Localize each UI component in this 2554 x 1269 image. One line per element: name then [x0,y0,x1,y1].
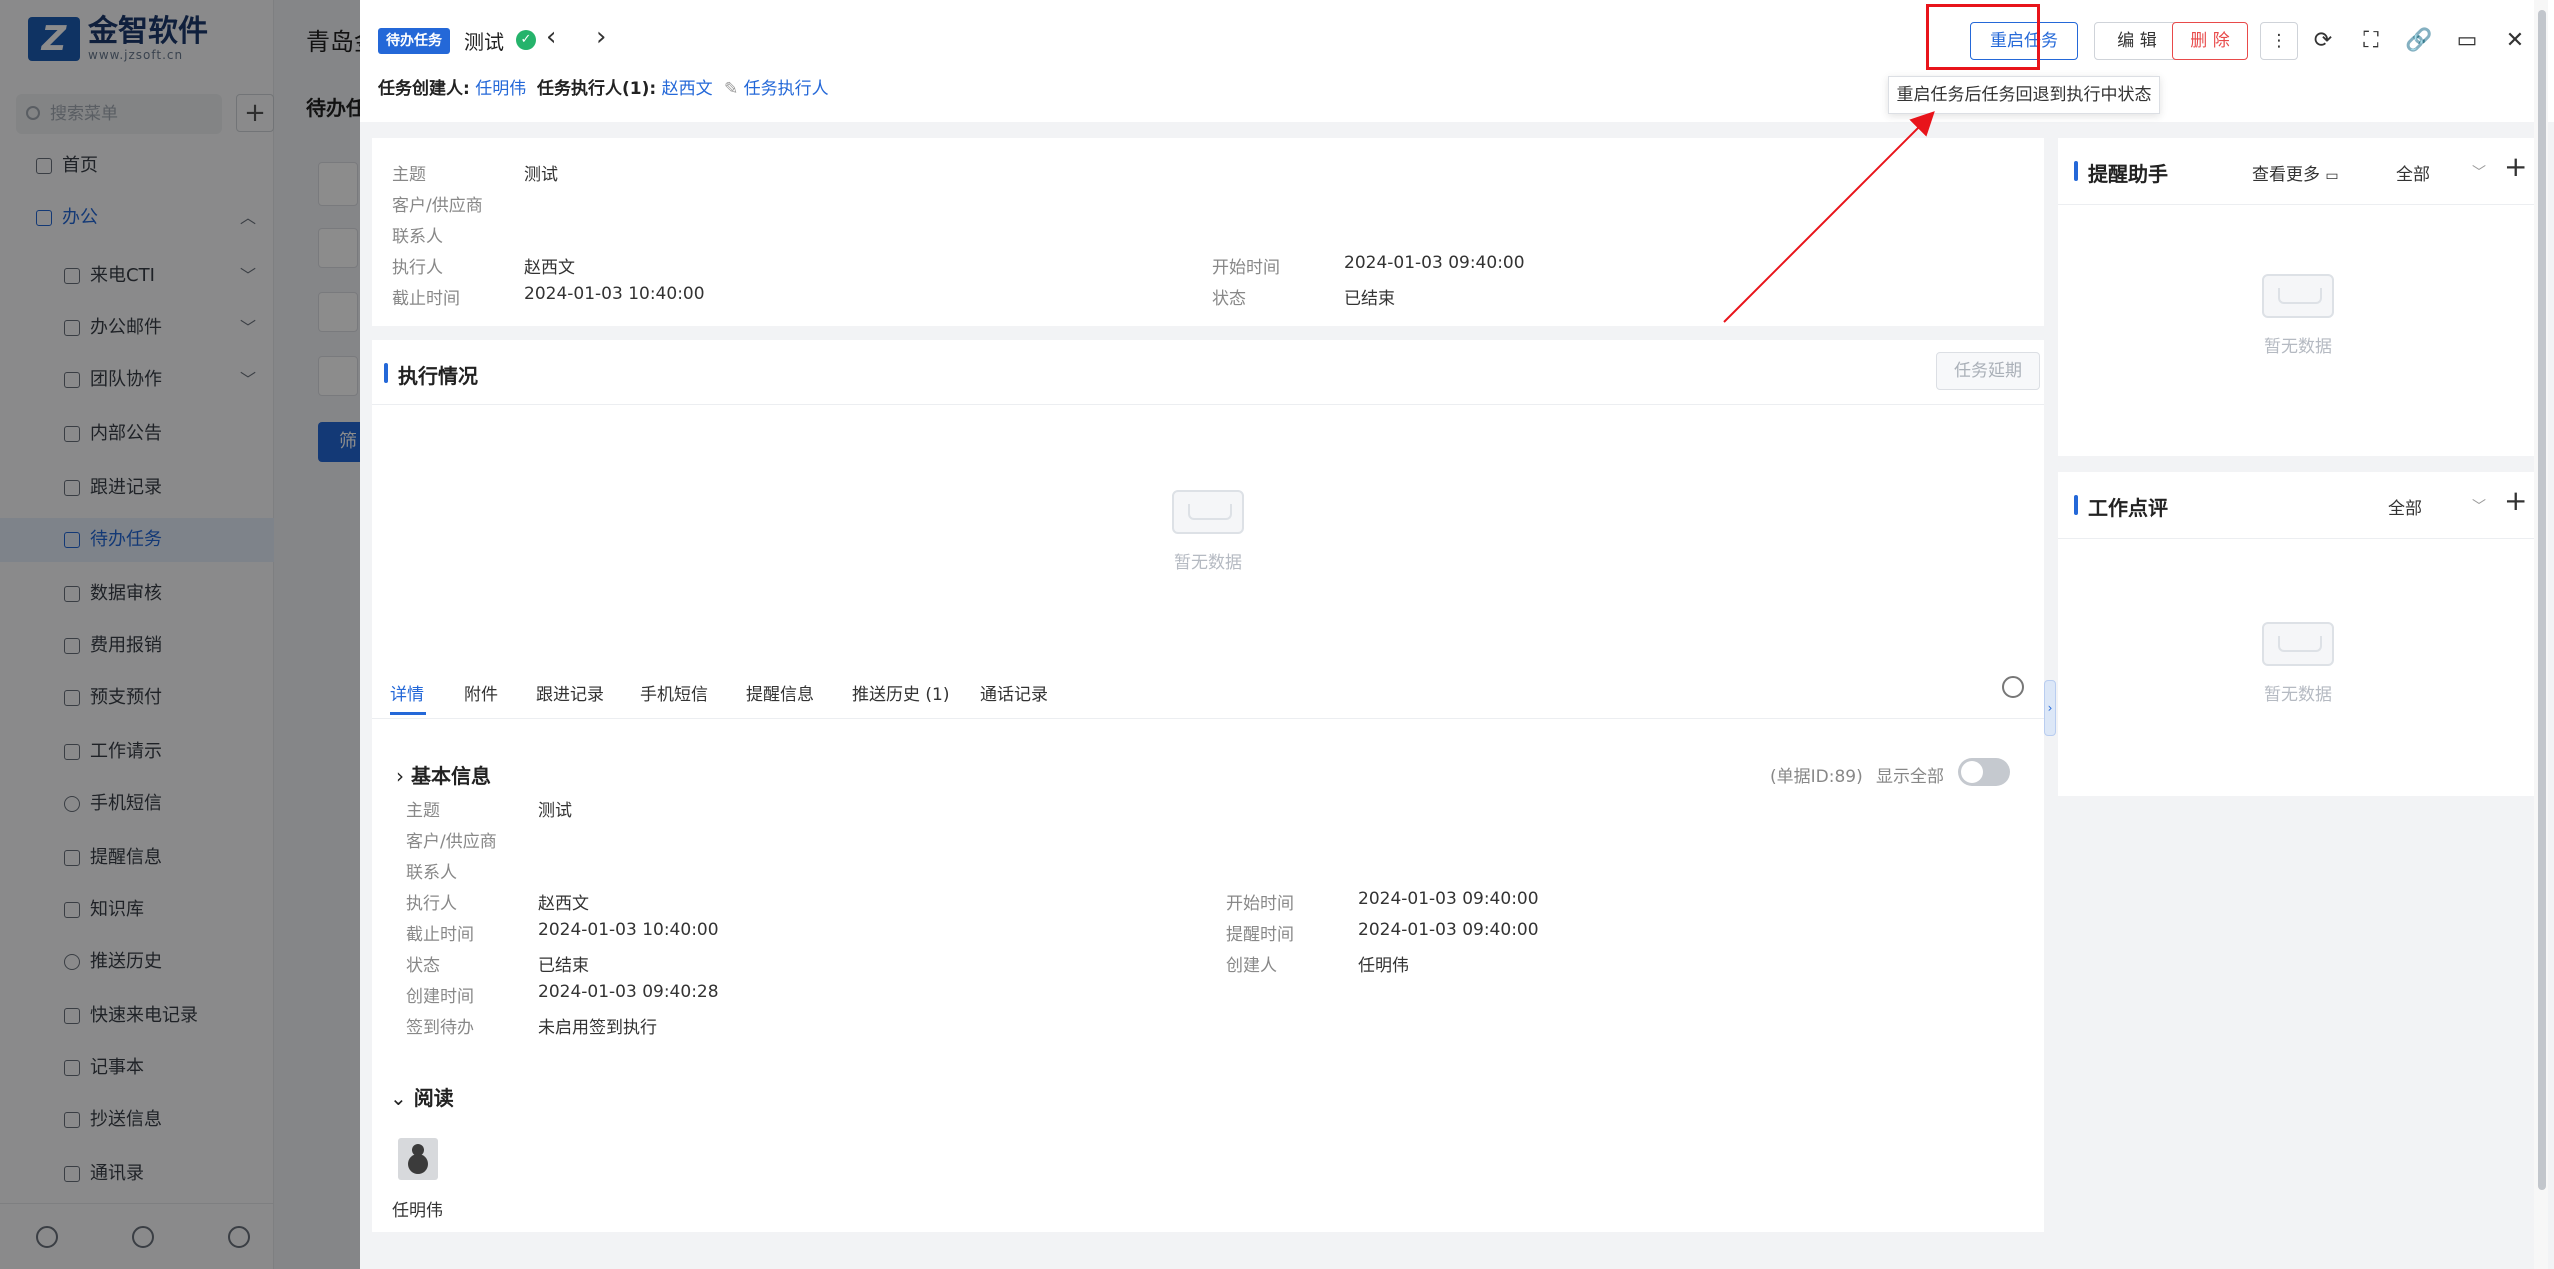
scrollbar-thumb[interactable] [2538,10,2546,1190]
annotation-arrow [1723,111,1935,323]
arrow-line [1723,111,1935,323]
